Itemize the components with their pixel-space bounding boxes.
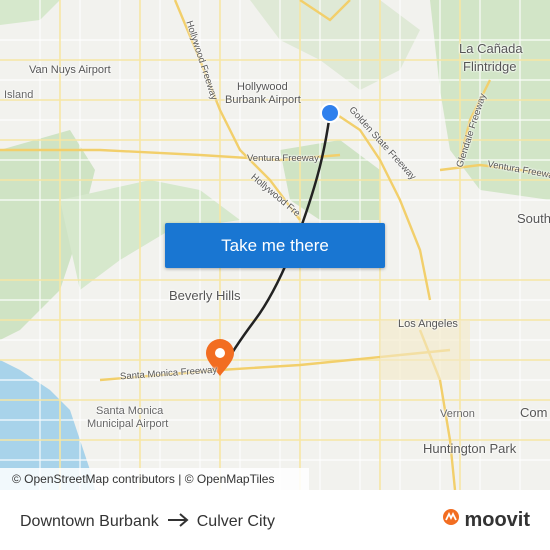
map-label-van-nuys-airport: Van Nuys Airport: [29, 64, 111, 76]
park-area: [0, 0, 60, 25]
map-label-beverly-hills: Beverly Hills: [169, 288, 241, 303]
attribution-text[interactable]: © OpenStreetMap contributors | © OpenMap…: [12, 472, 274, 486]
map-label-hollywood-burbank-1: Hollywood: [237, 81, 288, 93]
destination-name: Culver City: [196, 512, 275, 530]
map-label-santa-monica-airport-1: Santa Monica: [96, 405, 164, 417]
origin-name: Downtown Burbank: [20, 512, 159, 530]
origin-marker[interactable]: [320, 103, 340, 123]
map-label-huntington-park: Huntington Park: [423, 441, 517, 456]
moovit-logo-text: moovit: [464, 508, 530, 531]
map-label-santa-monica-airport-2: Municipal Airport: [87, 418, 169, 430]
moovit-logo-icon: [442, 508, 460, 532]
route-summary: Downtown Burbank Culver City: [20, 511, 275, 532]
moovit-logo: moovit: [442, 508, 530, 532]
map-label-commerce: Com: [520, 405, 548, 420]
map-label-south: South: [517, 211, 550, 226]
map-attribution: © OpenStreetMap contributors | © OpenMap…: [0, 468, 309, 490]
arrow-right-icon: [167, 511, 189, 532]
map-label-la-canada: La Cañada: [459, 41, 523, 56]
map-label-los-angeles: Los Angeles: [398, 318, 458, 330]
map-label-vernon: Vernon: [440, 408, 475, 420]
map-label-flintridge: Flintridge: [463, 59, 517, 74]
map-label-island: Island: [4, 89, 34, 101]
take-me-there-button[interactable]: Take me there: [165, 223, 385, 268]
map-label-ventura-freeway: Ventura Freeway: [247, 153, 319, 164]
map-label-hollywood-burbank-2: Burbank Airport: [225, 94, 301, 106]
map-view[interactable]: La Cañada Flintridge Van Nuys Airport Is…: [0, 0, 550, 490]
